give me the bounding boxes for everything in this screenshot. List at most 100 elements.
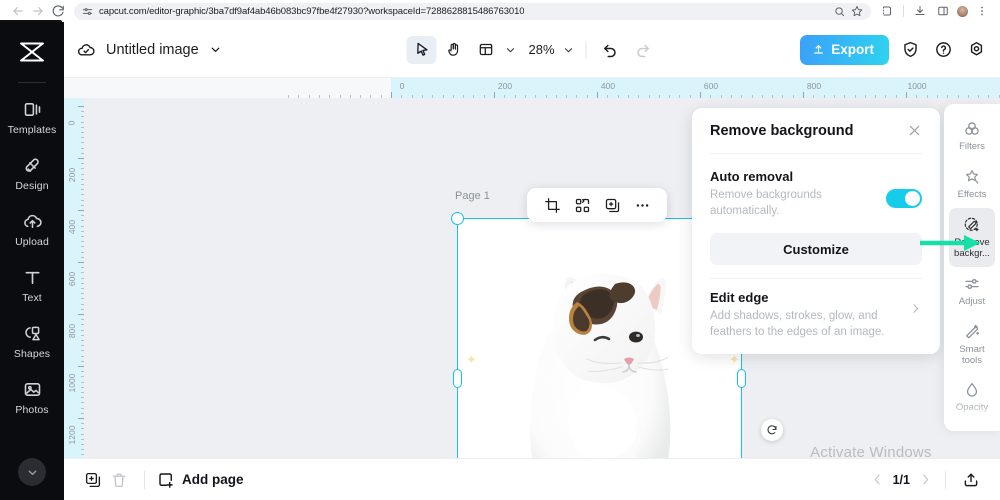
- kebab-menu-icon[interactable]: [972, 1, 992, 21]
- ruler-tick-minor: [309, 95, 310, 98]
- opacity-droplet-icon: [962, 380, 982, 400]
- split-view-icon[interactable]: [933, 1, 953, 21]
- export-button[interactable]: Export: [800, 35, 889, 65]
- chevron-right-icon[interactable]: [918, 472, 933, 487]
- ruler-tick-minor: [968, 95, 969, 98]
- ruler-tick-label: 1000: [67, 374, 77, 393]
- duplicate-icon[interactable]: [600, 193, 624, 217]
- ruler-tick-minor: [401, 95, 402, 98]
- ruler-tick-minor: [576, 95, 577, 98]
- horizontal-ruler[interactable]: 020040060080010001200: [84, 78, 1000, 98]
- ruler-tick-minor: [607, 95, 608, 98]
- download-icon[interactable]: [910, 1, 930, 21]
- ruler-tick-minor: [81, 454, 84, 455]
- ruler-tick: [906, 92, 907, 98]
- crop-icon[interactable]: [540, 193, 564, 217]
- sidebar-item-text[interactable]: Text: [0, 257, 64, 313]
- ruler-tick-minor: [81, 267, 84, 268]
- layout-caret-icon[interactable]: [502, 44, 518, 56]
- star-icon[interactable]: [851, 5, 863, 17]
- sidebar-item-filters[interactable]: Filters: [949, 112, 995, 160]
- customize-button[interactable]: Customize: [710, 233, 922, 265]
- sidebar-item-shapes[interactable]: Shapes: [0, 313, 64, 369]
- close-icon[interactable]: [907, 123, 922, 138]
- ruler-tick: [78, 418, 84, 419]
- redo-button[interactable]: [628, 36, 658, 64]
- gear-icon[interactable]: [964, 38, 988, 62]
- ruler-tick: [700, 92, 701, 98]
- ruler-tick-minor: [443, 95, 444, 98]
- ruler-tick-minor: [81, 361, 84, 362]
- ruler-tick-minor: [81, 335, 84, 336]
- add-page-label: Add page: [182, 472, 244, 487]
- rail-divider: [18, 82, 46, 83]
- tune-icon[interactable]: [82, 6, 93, 17]
- ruler-tick-minor: [81, 382, 84, 383]
- bottom-toolbar: Add page 1/1: [64, 458, 1000, 500]
- ruler-corner: [64, 78, 84, 98]
- ruler-tick-label: 800: [807, 81, 821, 91]
- sidebar-item-templates[interactable]: Templates: [0, 89, 64, 145]
- duplicate-page-button[interactable]: [80, 467, 106, 493]
- ruler-tick-minor: [535, 95, 536, 98]
- ruler-tick-minor: [81, 392, 84, 393]
- zoom-icon[interactable]: [834, 6, 845, 17]
- sidebar-item-design[interactable]: Design: [0, 145, 64, 201]
- ruler-tick-minor: [927, 95, 928, 98]
- ruler-tick-minor: [81, 148, 84, 149]
- ruler-tick-minor: [649, 95, 650, 98]
- left-sidebar: Templates Design Upload Text Shapes: [0, 22, 64, 500]
- chevron-left-icon[interactable]: [870, 472, 885, 487]
- ruler-tick-minor: [81, 231, 84, 232]
- avatar[interactable]: [956, 5, 969, 18]
- select-tool-button[interactable]: [406, 36, 436, 64]
- rotate-icon[interactable]: [761, 419, 783, 441]
- sidebar-item-upload[interactable]: Upload: [0, 201, 64, 257]
- sidebar-item-opacity[interactable]: Opacity: [949, 373, 995, 421]
- chevron-right-icon[interactable]: [909, 302, 922, 315]
- chevron-down-icon[interactable]: [18, 458, 46, 486]
- sidebar-item-label: Smart tools: [951, 345, 993, 367]
- zoom-caret-icon[interactable]: [561, 44, 577, 56]
- ruler-tick-minor: [947, 95, 948, 98]
- address-bar[interactable]: capcut.com/editor-graphic/3ba7df9af4ab46…: [74, 3, 871, 20]
- sidebar-item-smart-tools[interactable]: Smart tools: [949, 315, 995, 374]
- ruler-tick-minor: [81, 226, 84, 227]
- delete-page-button[interactable]: [106, 467, 132, 493]
- ruler-tick-minor: [81, 397, 84, 398]
- ruler-tick-minor: [782, 95, 783, 98]
- vertical-ruler[interactable]: 020040060080010001200: [64, 78, 84, 458]
- ruler-tick-minor: [81, 434, 84, 435]
- ruler-tick-minor: [885, 95, 886, 98]
- capcut-logo[interactable]: [0, 22, 64, 82]
- ruler-tick-minor: [432, 95, 433, 98]
- reload-icon[interactable]: [48, 1, 68, 21]
- ruler-tick-minor: [81, 174, 84, 175]
- sidebar-item-photos[interactable]: Photos: [0, 369, 64, 425]
- back-arrow-icon[interactable]: [8, 1, 28, 21]
- ruler-tick-minor: [81, 205, 84, 206]
- layout-tool-button[interactable]: [470, 36, 500, 64]
- chevron-down-icon[interactable]: [209, 43, 222, 56]
- auto-removal-toggle[interactable]: [886, 189, 922, 208]
- hand-tool-button[interactable]: [438, 36, 468, 64]
- more-options-icon[interactable]: [630, 193, 654, 217]
- address-bar-url: capcut.com/editor-graphic/3ba7df9af4ab46…: [99, 6, 524, 17]
- side-panel-icon[interactable]: [877, 1, 897, 21]
- sidebar-item-effects[interactable]: Effects: [949, 160, 995, 208]
- replace-media-icon[interactable]: [570, 193, 594, 217]
- edit-edge-row[interactable]: Edit edge Add shadows, strokes, glow, an…: [710, 290, 922, 340]
- page-indicator: 1/1: [891, 473, 912, 487]
- sidebar-item-adjust[interactable]: Adjust: [949, 267, 995, 315]
- ruler-tick-minor: [710, 95, 711, 98]
- zoom-level-value[interactable]: 28%: [520, 42, 558, 57]
- document-title-group[interactable]: Untitled image: [76, 40, 222, 60]
- undo-button[interactable]: [596, 36, 626, 64]
- question-circle-icon[interactable]: [931, 38, 955, 62]
- ruler-tick-minor: [81, 319, 84, 320]
- forward-arrow-icon[interactable]: [28, 1, 48, 21]
- ruler-tick-minor: [741, 95, 742, 98]
- shield-check-icon[interactable]: [898, 38, 922, 62]
- export-tray-icon[interactable]: [958, 467, 984, 493]
- add-page-button[interactable]: Add page: [157, 471, 244, 489]
